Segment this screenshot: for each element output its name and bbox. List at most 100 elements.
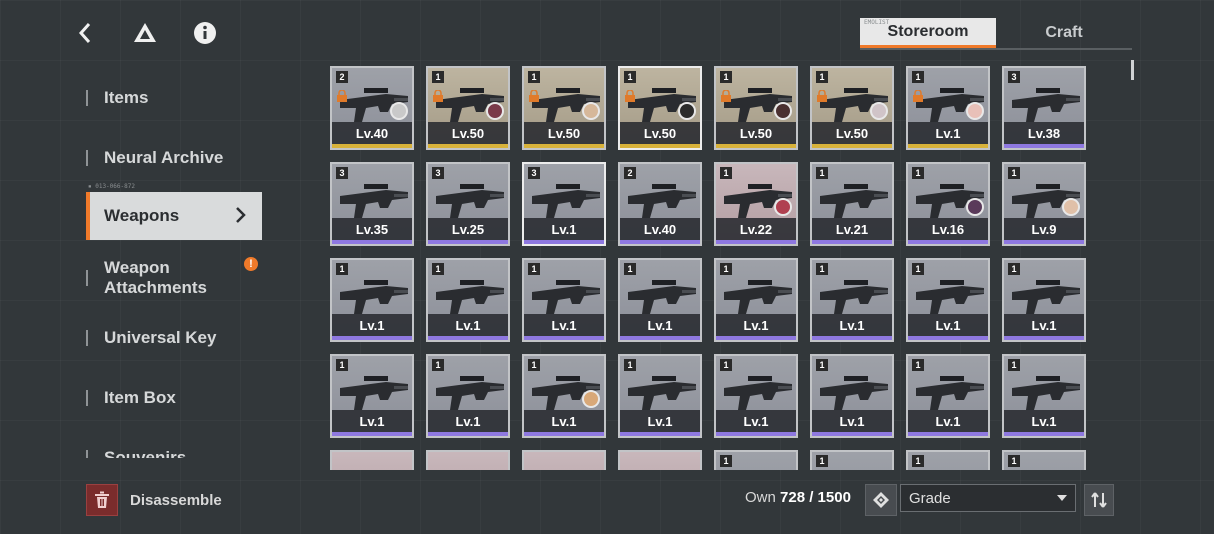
- warning-badge: !: [244, 257, 258, 271]
- grid-scrollbar[interactable]: [1131, 60, 1134, 80]
- character-avatar: [774, 198, 792, 216]
- rank-badge: 1: [432, 359, 444, 371]
- sort-order-button[interactable]: [1084, 484, 1114, 516]
- weapon-card[interactable]: 1 Lv.1: [810, 354, 894, 438]
- weapon-card[interactable]: 1 Lv.1: [426, 354, 510, 438]
- weapon-image: [340, 184, 408, 218]
- sidebar-item-souvenirs[interactable]: Souvenirs: [86, 434, 262, 458]
- weapon-card[interactable]: 1 Lv.50: [714, 66, 798, 150]
- weapon-card[interactable]: 1 Lv.1: [714, 354, 798, 438]
- weapon-level: Lv.25: [428, 218, 508, 244]
- weapon-card[interactable]: 1 Lv.1: [522, 258, 606, 342]
- weapon-card[interactable]: 1: [1002, 450, 1086, 470]
- weapon-card[interactable]: 3 Lv.25: [426, 162, 510, 246]
- tab-craft-label: Craft: [1045, 24, 1083, 41]
- sidebar-item-label: Universal Key: [104, 328, 217, 347]
- weapon-level: Lv.1: [620, 410, 700, 436]
- sidebar-item-weapons[interactable]: Weapons: [86, 192, 262, 240]
- weapon-card[interactable]: [330, 450, 414, 470]
- weapon-card[interactable]: 1 Lv.1: [906, 354, 990, 438]
- lock-icon: [817, 90, 827, 102]
- weapon-card[interactable]: 1 Lv.1: [714, 258, 798, 342]
- weapon-card[interactable]: 1: [810, 450, 894, 470]
- weapon-level: Lv.1: [524, 314, 604, 340]
- sidebar-item-label: Souvenirs: [104, 448, 187, 458]
- rank-badge: 1: [528, 263, 540, 275]
- rank-badge: 1: [816, 71, 828, 83]
- tab-craft[interactable]: Craft: [996, 18, 1132, 48]
- weapon-card[interactable]: 1 Lv.21: [810, 162, 894, 246]
- weapon-card[interactable]: 1 Lv.50: [618, 66, 702, 150]
- weapon-card[interactable]: 1 Lv.1: [906, 258, 990, 342]
- disassemble-button[interactable]: Disassemble: [86, 484, 222, 516]
- sidebar-item-item-box[interactable]: Item Box: [86, 374, 262, 422]
- home-button[interactable]: [130, 18, 160, 48]
- weapon-card[interactable]: [426, 450, 510, 470]
- weapon-grid-inner: 2 Lv.40 1 Lv.50 1 Lv.50 1 Lv.50 1 Lv.50 1 Lv.50 1 Lv.…: [330, 66, 1120, 470]
- weapon-card[interactable]: 1 Lv.50: [522, 66, 606, 150]
- weapon-level: Lv.35: [332, 218, 412, 244]
- weapon-level: Lv.40: [332, 122, 412, 148]
- weapon-card[interactable]: [618, 450, 702, 470]
- sidebar-item-universal-key[interactable]: Universal Key: [86, 314, 262, 362]
- weapon-level: Lv.50: [620, 122, 700, 148]
- sidebar-item-label: Weapon Attachments: [104, 258, 207, 297]
- weapon-card[interactable]: 1 Lv.9: [1002, 162, 1086, 246]
- weapon-image: [820, 376, 888, 410]
- weapon-image: [820, 280, 888, 314]
- disassemble-label: Disassemble: [130, 491, 222, 509]
- sidebar-item-neural-archive[interactable]: Neural Archive: [86, 134, 262, 182]
- weapon-card[interactable]: 1 Lv.16: [906, 162, 990, 246]
- weapon-card[interactable]: [522, 450, 606, 470]
- weapon-card[interactable]: 1 Lv.1: [522, 354, 606, 438]
- weapon-card[interactable]: 1 Lv.50: [426, 66, 510, 150]
- info-button[interactable]: [190, 18, 220, 48]
- weapon-level: Lv.1: [620, 314, 700, 340]
- character-avatar: [582, 102, 600, 120]
- weapon-card[interactable]: 2 Lv.40: [618, 162, 702, 246]
- rank-badge: 1: [912, 359, 924, 371]
- rank-badge: 1: [720, 359, 732, 371]
- weapon-card[interactable]: 1 Lv.1: [330, 354, 414, 438]
- sidebar-bar: [86, 150, 88, 166]
- weapon-image: [628, 184, 696, 218]
- sort-dropdown[interactable]: Grade: [900, 484, 1076, 512]
- weapon-card[interactable]: 1: [906, 450, 990, 470]
- weapon-level: Lv.22: [716, 218, 796, 244]
- sidebar-item-items[interactable]: Items: [86, 74, 262, 122]
- weapon-card[interactable]: 2 Lv.40: [330, 66, 414, 150]
- rank-badge: 1: [624, 263, 636, 275]
- weapon-image: [1012, 376, 1080, 410]
- sidebar-bar: [86, 450, 88, 458]
- weapon-card[interactable]: 1: [714, 450, 798, 470]
- weapon-card[interactable]: 1 Lv.1: [810, 258, 894, 342]
- weapon-level: Lv.1: [716, 314, 796, 340]
- weapon-card[interactable]: 1 Lv.1: [1002, 258, 1086, 342]
- weapon-card[interactable]: 1 Lv.1: [618, 354, 702, 438]
- weapon-card[interactable]: 1 Lv.22: [714, 162, 798, 246]
- weapon-image: [340, 280, 408, 314]
- weapon-card[interactable]: 1 Lv.1: [906, 66, 990, 150]
- sidebar-item-weapon-attachments[interactable]: Weapon Attachments: [86, 254, 262, 302]
- weapon-card[interactable]: 1 Lv.1: [1002, 354, 1086, 438]
- weapon-card[interactable]: 3 Lv.35: [330, 162, 414, 246]
- weapon-card[interactable]: 1 Lv.1: [426, 258, 510, 342]
- weapon-card[interactable]: 1 Lv.1: [618, 258, 702, 342]
- weapon-card[interactable]: 1 Lv.1: [330, 258, 414, 342]
- weapon-level: Lv.1: [908, 122, 988, 148]
- sidebar: Items Neural Archive Weapons Weapon Atta…: [86, 68, 266, 458]
- filter-button[interactable]: [865, 484, 897, 516]
- rank-badge: 1: [432, 263, 444, 275]
- weapon-card[interactable]: 3 Lv.38: [1002, 66, 1086, 150]
- weapon-level: Lv.1: [524, 218, 604, 244]
- weapon-card[interactable]: 3 Lv.1: [522, 162, 606, 246]
- weapon-grid: 2 Lv.40 1 Lv.50 1 Lv.50 1 Lv.50 1 Lv.50 1 Lv.50 1 Lv.…: [330, 66, 1120, 470]
- rank-badge: 1: [624, 359, 636, 371]
- back-button[interactable]: [70, 18, 100, 48]
- character-avatar: [1062, 198, 1080, 216]
- weapon-card[interactable]: 1 Lv.50: [810, 66, 894, 150]
- rank-badge: 3: [1008, 71, 1020, 83]
- sort-arrows-icon: [1091, 492, 1107, 508]
- rank-badge: 1: [1008, 167, 1020, 179]
- character-avatar: [582, 390, 600, 408]
